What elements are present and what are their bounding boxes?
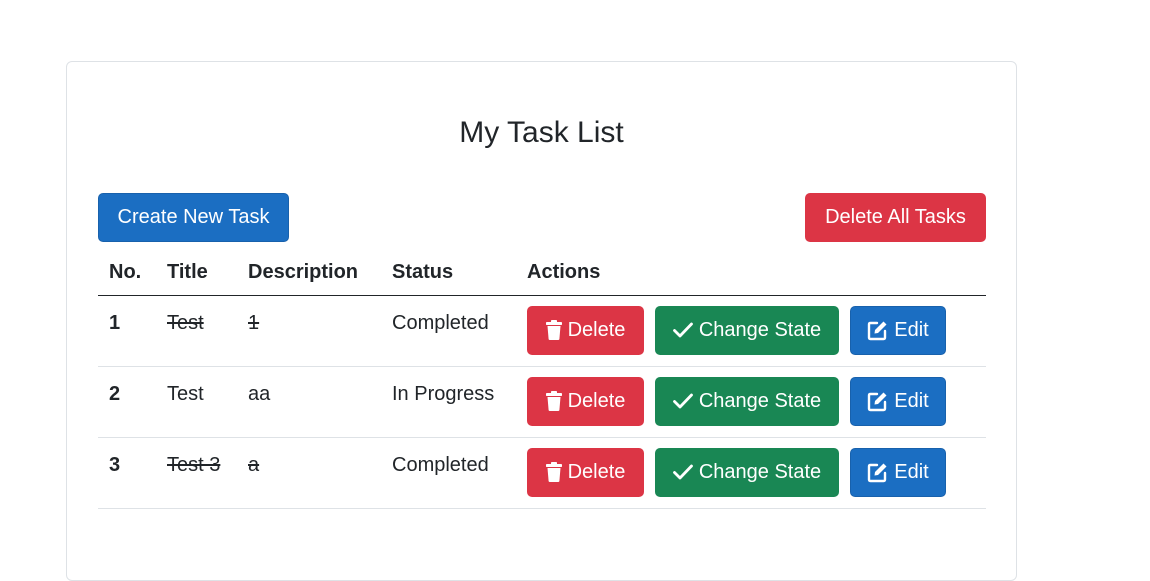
change-state-button[interactable]: Change State [655, 447, 839, 497]
change-state-label: Change State [698, 318, 822, 341]
task-status: Completed [381, 295, 516, 367]
delete-label: Delete [567, 389, 626, 412]
page-title: My Task List [459, 116, 624, 149]
change-state-label: Change State [698, 460, 822, 483]
delete-label: Delete [567, 318, 626, 341]
delete-label: Delete [567, 460, 626, 483]
delete-button[interactable]: Delete [527, 447, 644, 497]
trash-icon [545, 320, 562, 340]
delete-button[interactable]: Delete [527, 305, 644, 355]
task-description: aa [237, 366, 381, 438]
task-number: 1 [98, 295, 156, 367]
task-status: In Progress [381, 366, 516, 438]
column-header-actions: Actions [516, 250, 986, 296]
edit-icon [867, 320, 888, 341]
check-icon [672, 393, 693, 409]
task-list-card: My Task List Create New Task Delete All … [66, 61, 1017, 581]
check-icon [672, 322, 693, 338]
table-row: 1 Test 1 Completed Delete Change State E… [98, 295, 986, 367]
column-header-description: Description [237, 250, 381, 296]
check-icon [672, 464, 693, 480]
task-number: 2 [98, 366, 156, 438]
task-title: Test 3 [156, 437, 237, 509]
task-title: Test [156, 366, 237, 438]
column-header-no: No. [98, 250, 156, 296]
edit-icon [867, 391, 888, 412]
task-description: a [237, 437, 381, 509]
task-number: 3 [98, 437, 156, 509]
change-state-button[interactable]: Change State [655, 376, 839, 426]
edit-button[interactable]: Edit [850, 447, 946, 497]
trash-icon [545, 462, 562, 482]
trash-icon [545, 391, 562, 411]
delete-all-tasks-button[interactable]: Delete All Tasks [805, 193, 986, 242]
task-status: Completed [381, 437, 516, 509]
edit-button[interactable]: Edit [850, 376, 946, 426]
change-state-label: Change State [698, 389, 822, 412]
task-description: 1 [237, 295, 381, 367]
task-title: Test [156, 295, 237, 367]
edit-button[interactable]: Edit [850, 305, 946, 355]
task-actions: Delete Change State Edit [516, 366, 986, 438]
task-actions: Delete Change State Edit [516, 295, 986, 367]
edit-label: Edit [894, 460, 929, 483]
change-state-button[interactable]: Change State [655, 305, 839, 355]
edit-label: Edit [894, 389, 929, 412]
create-new-task-button[interactable]: Create New Task [98, 193, 289, 242]
edit-label: Edit [894, 318, 929, 341]
column-header-title: Title [156, 250, 237, 296]
edit-icon [867, 462, 888, 483]
column-header-status: Status [381, 250, 516, 296]
task-actions: Delete Change State Edit [516, 437, 986, 509]
task-table: No. Title Description Status Actions 1 T… [98, 250, 986, 509]
delete-button[interactable]: Delete [527, 376, 644, 426]
table-row: 2 Test aa In Progress Delete Change Stat… [98, 366, 986, 438]
table-header-row: No. Title Description Status Actions [98, 250, 986, 296]
table-row: 3 Test 3 a Completed Delete Change State… [98, 437, 986, 509]
